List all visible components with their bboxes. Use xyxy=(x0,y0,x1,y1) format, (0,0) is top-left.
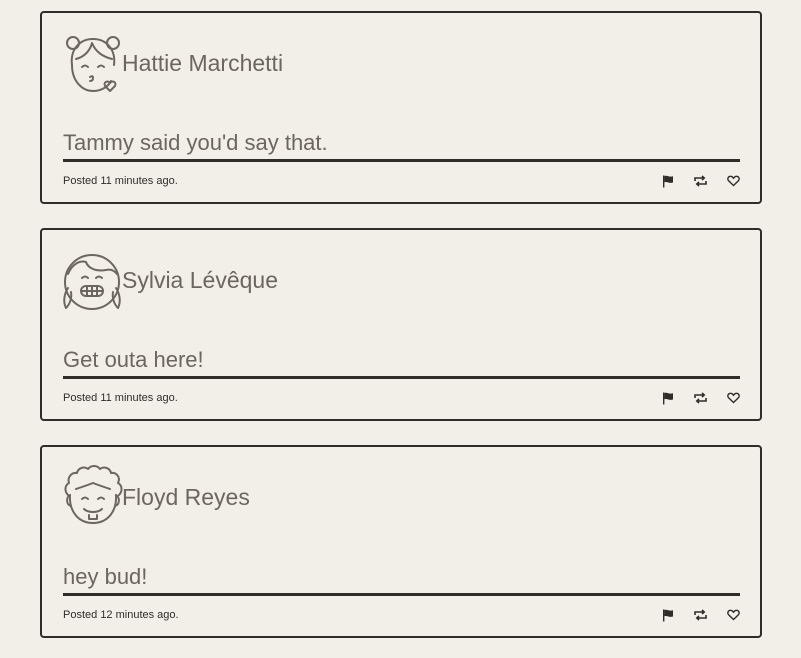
repost-icon xyxy=(694,609,707,621)
flag-button[interactable] xyxy=(659,174,676,188)
like-button[interactable] xyxy=(725,608,742,622)
repost-button[interactable] xyxy=(692,174,709,188)
flag-button[interactable] xyxy=(659,608,676,622)
post-actions xyxy=(659,174,742,188)
post-author: Hattie Marchetti xyxy=(62,31,283,95)
curly-hair-man-avatar-icon xyxy=(64,465,123,524)
post-card: Hattie Marchetti Tammy said you'd say th… xyxy=(40,11,762,204)
post-author: Floyd Reyes xyxy=(62,465,250,529)
repost-icon xyxy=(694,175,707,187)
post-card: Sylvia Lévêque Get outa here! Posted 11 … xyxy=(40,228,762,421)
flag-button[interactable] xyxy=(659,391,676,405)
post-footer: Posted 11 minutes ago. xyxy=(63,173,740,189)
like-button[interactable] xyxy=(725,174,742,188)
post-card: Floyd Reyes hey bud! Posted 12 minutes a… xyxy=(40,445,762,638)
flag-icon xyxy=(662,392,673,404)
post-message: hey bud! xyxy=(63,563,740,596)
posted-time: Posted 12 minutes ago. xyxy=(63,609,179,621)
repost-icon xyxy=(694,392,707,404)
girl-buns-kiss-avatar-icon xyxy=(66,36,120,92)
flag-icon xyxy=(662,609,673,621)
author-name[interactable]: Floyd Reyes xyxy=(122,484,250,511)
posted-time: Posted 11 minutes ago. xyxy=(63,175,178,187)
girl-pigtails-grin-avatar-icon xyxy=(63,254,121,310)
heart-icon xyxy=(727,609,740,621)
repost-button[interactable] xyxy=(692,391,709,405)
author-name[interactable]: Hattie Marchetti xyxy=(122,50,283,77)
post-footer: Posted 11 minutes ago. xyxy=(63,390,740,406)
repost-button[interactable] xyxy=(692,608,709,622)
heart-icon xyxy=(727,175,740,187)
flag-icon xyxy=(662,175,673,187)
post-feed: Hattie Marchetti Tammy said you'd say th… xyxy=(0,0,801,658)
post-actions xyxy=(659,608,742,622)
posted-time: Posted 11 minutes ago. xyxy=(63,392,178,404)
post-actions xyxy=(659,391,742,405)
author-name[interactable]: Sylvia Lévêque xyxy=(122,267,278,294)
post-author: Sylvia Lévêque xyxy=(62,248,278,312)
like-button[interactable] xyxy=(725,391,742,405)
post-footer: Posted 12 minutes ago. xyxy=(63,607,740,623)
heart-icon xyxy=(727,392,740,404)
post-message: Get outa here! xyxy=(63,346,740,379)
post-message: Tammy said you'd say that. xyxy=(63,129,740,162)
